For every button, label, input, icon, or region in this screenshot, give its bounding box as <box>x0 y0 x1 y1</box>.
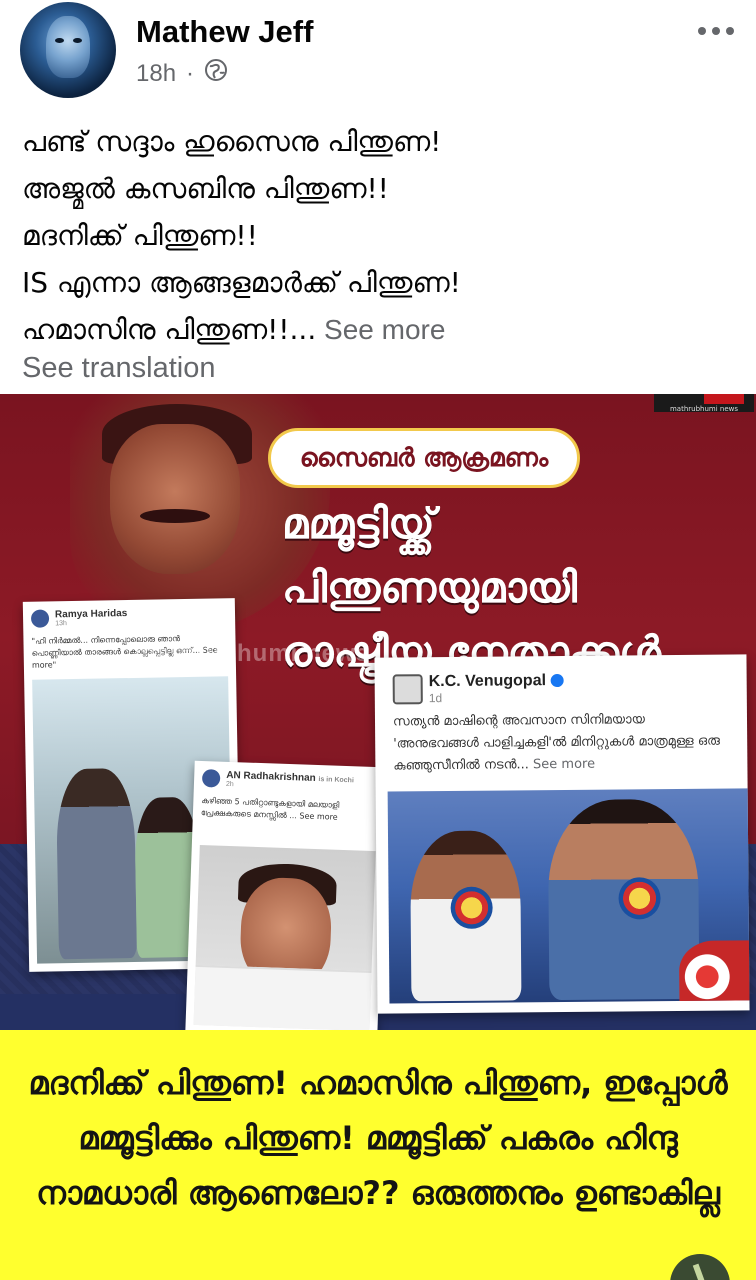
person-shirt <box>193 964 372 1031</box>
meta-separator: · <box>186 59 195 87</box>
headline-line: പിന്തുണയുമായി <box>282 563 577 612</box>
avatar <box>201 769 221 788</box>
see-more-link[interactable]: See more <box>316 314 445 345</box>
post-text: പണ്ട് സദ്ദാം ഹുസൈനു പിന്തുണ! അജ്മൽ കസബിന… <box>22 118 742 353</box>
verified-badge-icon <box>550 674 564 688</box>
screenshot-location: is in Kochi <box>318 776 354 785</box>
headline-line: മമ്മൂട്ടിയ്ക്ക് <box>282 499 435 548</box>
screenshot-photo <box>193 844 376 1031</box>
headline-pill: സൈബർ ആക്രമണം <box>268 428 580 488</box>
flower-bouquet <box>678 940 750 1001</box>
screenshot-text: സത്യൻ മാഷിന്റെ അവസാന സിനിമയായ 'അനുഭവങ്ങൾ… <box>375 708 748 777</box>
screenshot-header: Ramya Haridas 13h <box>23 598 236 636</box>
caption-box: മദനിക്ക് പിന്തുണ! ഹമാസിനു പിന്തുണ, ഇപ്പോ… <box>0 1030 756 1280</box>
person <box>55 767 138 960</box>
dot-icon <box>726 27 734 35</box>
author-avatar[interactable] <box>20 2 116 98</box>
headline-pill-text: സൈബർ ആക്രമണം <box>299 443 549 472</box>
hero-mustache <box>140 509 210 523</box>
post-time[interactable]: 18h <box>136 60 176 88</box>
post-text-line: മദനിക്ക് പിന്തുണ!! <box>22 219 258 252</box>
dot-icon <box>698 27 706 35</box>
rosette-badge-icon <box>618 877 661 920</box>
avatar-eye-right <box>73 38 82 43</box>
screenshot-author: Ramya Haridas <box>54 608 128 621</box>
post-text-line: IS എന്നാ ആങ്ങളമാർക്ക് പിന്തുണ! <box>22 266 461 299</box>
avatar-eye-left <box>55 38 64 43</box>
screenshot-see-more: See more <box>528 756 596 773</box>
channel-logo-text: mathrubhumi news <box>669 405 739 413</box>
avatar <box>30 609 50 628</box>
dot-icon <box>712 27 720 35</box>
globe-icon <box>204 58 228 89</box>
screenshot-time: 13h <box>55 620 67 628</box>
avatar-face <box>46 16 90 78</box>
hero-face <box>110 424 240 574</box>
screenshot-an-radhakrishnan: AN Radhakrishnan is in Kochi 2h കഴിഞ്ഞ 5… <box>185 760 387 1038</box>
post-text-line: പണ്ട് സദ്ദാം ഹുസൈനു പിന്തുണ! <box>22 125 442 158</box>
caption-text: മദനിക്ക് പിന്തുണ! ഹമാസിനു പിന്തുണ, ഇപ്പോ… <box>28 1064 728 1212</box>
watermark: mathrubhumi news <box>134 640 371 667</box>
screenshot-time: 1d <box>428 691 443 706</box>
avatar <box>392 674 423 705</box>
rosette-badge-icon <box>450 886 493 929</box>
channel-logo: mathrubhumi news <box>654 394 754 413</box>
more-options-button[interactable] <box>692 18 740 44</box>
screenshot-header: K.C. Venugopal 1d <box>374 654 746 711</box>
screenshot-kc-venugopal: K.C. Venugopal 1d സത്യൻ മാഷിന്റെ അവസാന സ… <box>374 654 750 1014</box>
post-text-line-last: ഹമാസിനു പിന്തുണ!!... See more <box>22 306 742 353</box>
post-meta: 18h · <box>136 58 228 89</box>
post-text-line: അജ്മൽ കസബിനു പിന്തുണ!! <box>22 172 389 205</box>
screenshot-photo <box>387 788 750 1004</box>
screenshot-author-name: K.C. Venugopal <box>428 672 547 691</box>
author-name[interactable]: Mathew Jeff <box>136 14 313 50</box>
post-image[interactable]: mathrubhumi news സൈബർ ആക്രമണം മമ്മൂട്ടിയ… <box>0 394 756 1280</box>
post-text-line: ഹമാസിനു പിന്തുണ!!... <box>22 313 317 346</box>
see-translation-link[interactable]: See translation <box>22 352 215 385</box>
screenshot-author: K.C. Venugopal <box>429 672 564 691</box>
